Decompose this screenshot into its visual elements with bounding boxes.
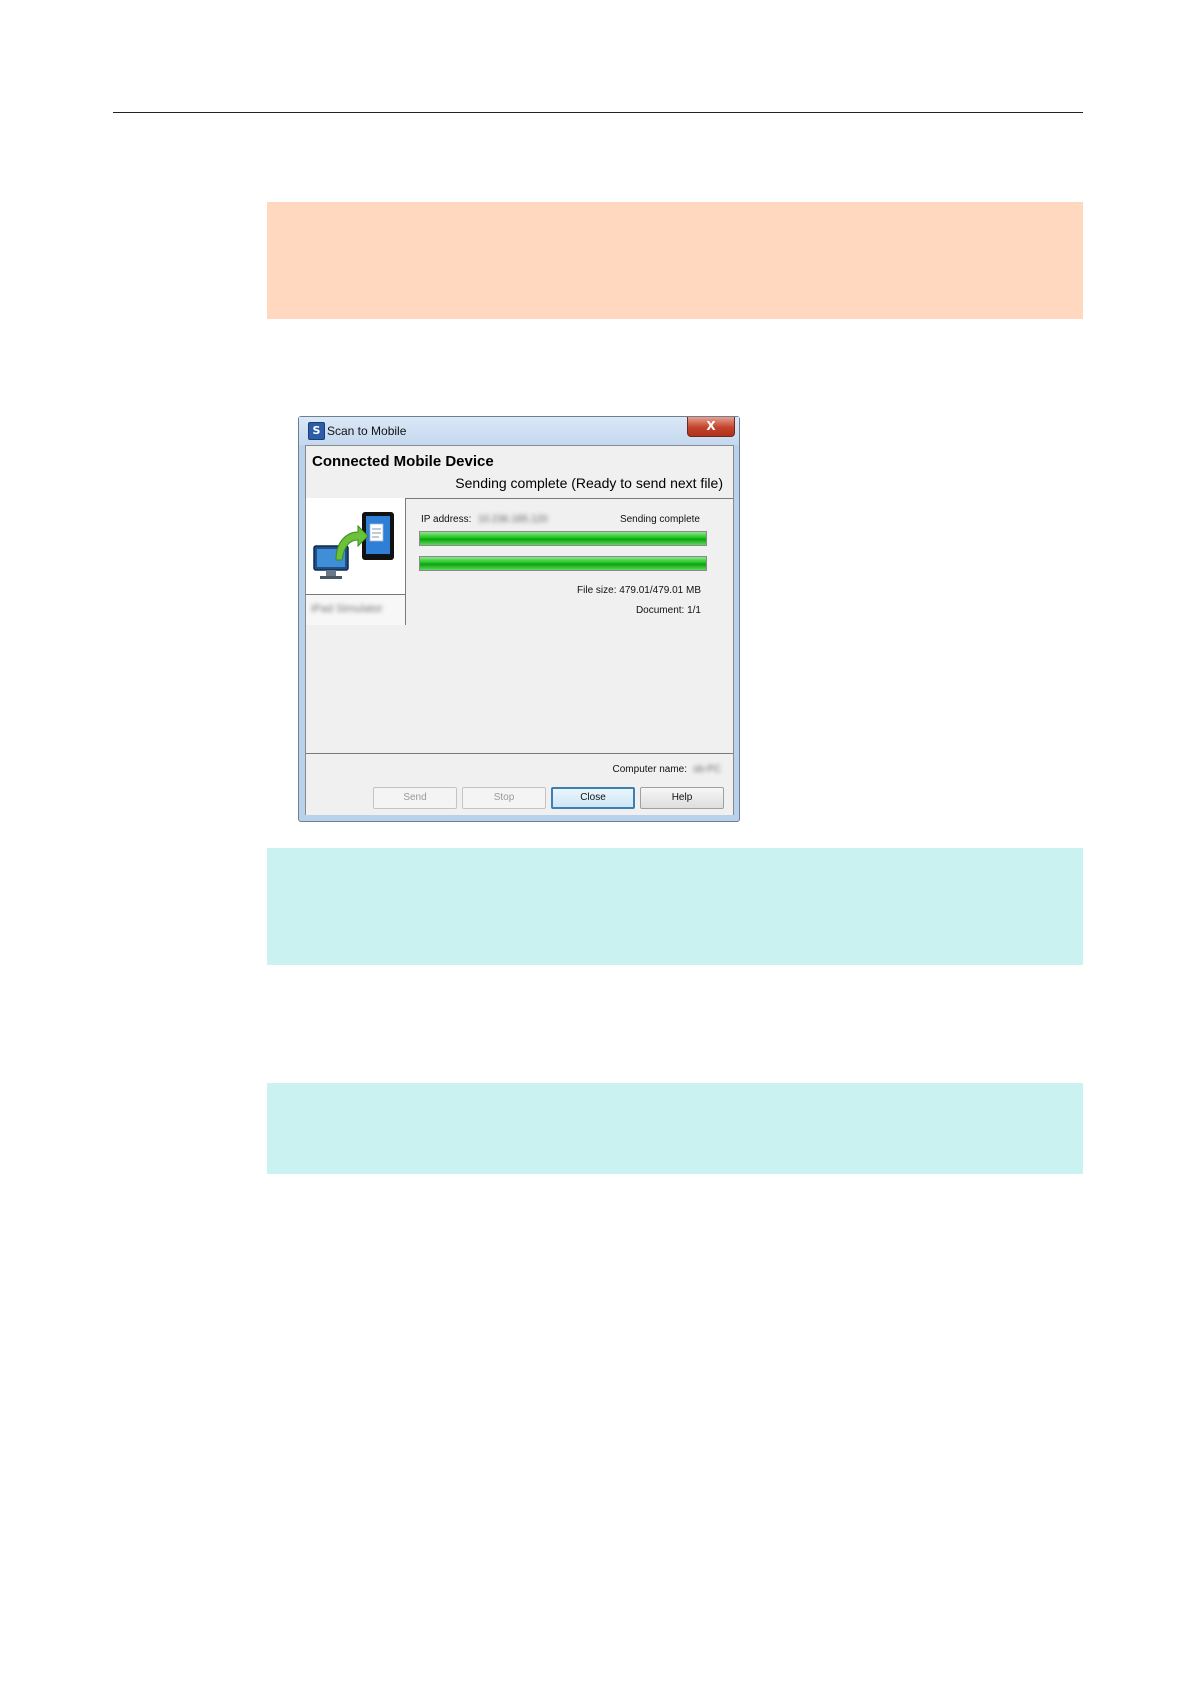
warning-note-box bbox=[267, 202, 1083, 319]
header-status: Sending complete (Ready to send next fil… bbox=[455, 475, 723, 491]
app-icon: S bbox=[308, 422, 325, 440]
send-button[interactable]: Send bbox=[373, 787, 457, 809]
sending-status: Sending complete bbox=[619, 514, 700, 525]
dialog-title: Scan to Mobile bbox=[327, 424, 407, 438]
info-note-box-1 bbox=[267, 848, 1083, 965]
help-button[interactable]: Help bbox=[640, 787, 724, 809]
device-panel[interactable]: iPad Simulator bbox=[306, 498, 406, 625]
file-progress-bar bbox=[419, 531, 707, 546]
ip-address-label: IP address: bbox=[421, 514, 472, 525]
info-note-box-2 bbox=[267, 1083, 1083, 1174]
device-name: iPad Simulator bbox=[311, 603, 383, 615]
scan-to-mobile-dialog: S Scan to Mobile X Connected Mobile Devi… bbox=[298, 416, 740, 822]
dialog-client-area: Connected Mobile Device Sending complete… bbox=[305, 445, 734, 815]
file-progress-fill bbox=[420, 532, 706, 545]
stop-button[interactable]: Stop bbox=[462, 787, 546, 809]
dialog-header: Connected Mobile Device Sending complete… bbox=[306, 446, 733, 499]
file-size-text: File size: 479.01/479.01 MB bbox=[577, 585, 701, 596]
device-name-area: iPad Simulator bbox=[306, 594, 405, 625]
header-title: Connected Mobile Device bbox=[312, 453, 494, 470]
document-progress-bar bbox=[419, 556, 707, 571]
close-button[interactable]: Close bbox=[551, 787, 635, 809]
dialog-titlebar[interactable]: S Scan to Mobile X bbox=[299, 417, 739, 445]
ip-address-value: 10.236.185.120 bbox=[478, 514, 548, 525]
dialog-footer: Computer name: sb-PC Send Stop Close Hel… bbox=[306, 753, 733, 815]
computer-to-mobile-transfer-icon bbox=[313, 512, 394, 579]
document-progress-fill bbox=[420, 557, 706, 570]
header-rule bbox=[113, 112, 1083, 113]
computer-name-value: sb-PC bbox=[693, 764, 721, 775]
window-close-button[interactable]: X bbox=[687, 417, 735, 437]
computer-name-label: Computer name: bbox=[612, 764, 687, 775]
document-count-text: Document: 1/1 bbox=[635, 605, 701, 616]
